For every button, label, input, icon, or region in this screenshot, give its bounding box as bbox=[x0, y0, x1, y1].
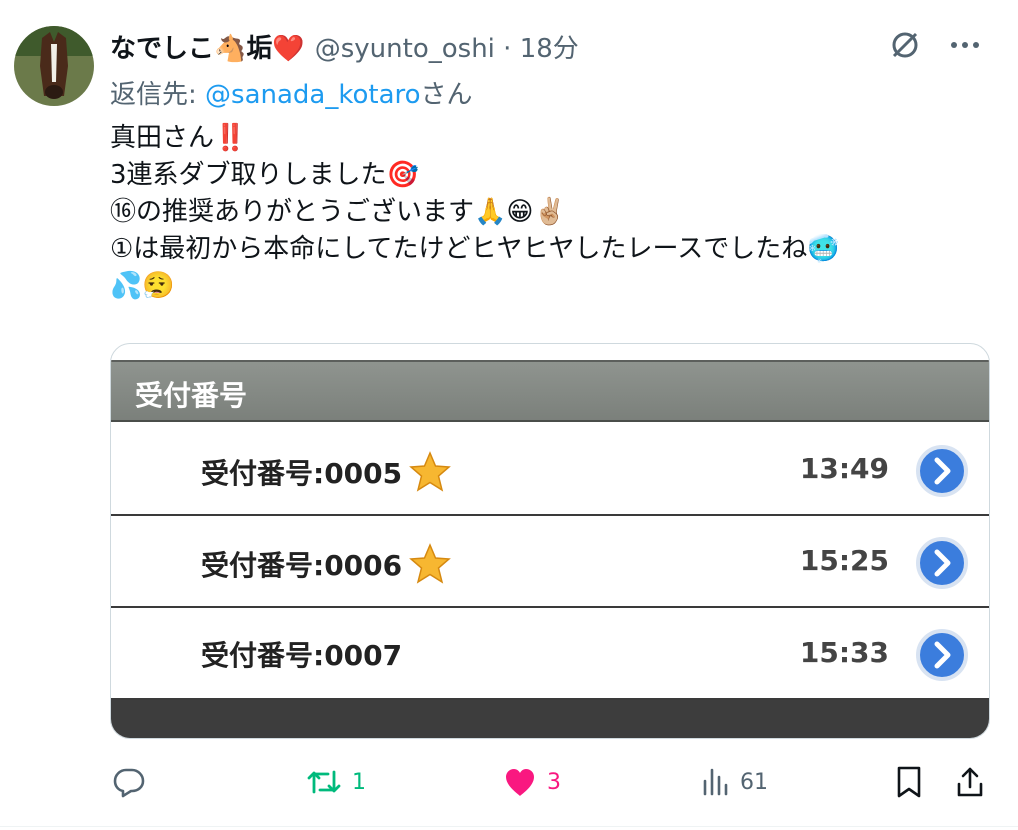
grok-slash-icon[interactable] bbox=[888, 28, 922, 62]
receipt-number: 受付番号:0005 bbox=[201, 457, 403, 490]
views-icon bbox=[703, 768, 728, 796]
reply-mention-link[interactable]: @sanada_kotaro bbox=[205, 80, 421, 110]
top-actions bbox=[888, 28, 980, 62]
post-time[interactable]: · 18分 bbox=[495, 34, 579, 64]
tweet-line: ①は最初から本命にしてたけどヒヤヒヤしたレースでしたね🥶 bbox=[110, 234, 840, 264]
share-icon bbox=[957, 767, 983, 797]
action-bar: 1 3 61 bbox=[0, 760, 1018, 804]
star-icon bbox=[409, 451, 452, 492]
retweet-count: 1 bbox=[352, 769, 366, 795]
user-handle[interactable]: @syunto_oshi bbox=[315, 34, 495, 64]
reply-button[interactable] bbox=[112, 760, 146, 804]
chevron-right-icon bbox=[915, 536, 969, 590]
tweet-line: 💦😮‍💨 bbox=[110, 271, 175, 301]
views-count: 61 bbox=[740, 769, 768, 795]
receipt-row-label: 受付番号:0006 bbox=[201, 542, 452, 586]
heart-icon bbox=[506, 769, 534, 796]
attached-image[interactable]: 受付番号 受付番号:0005 13:49 受付番号:0006 15:25 受付番… bbox=[110, 343, 990, 739]
bookmark-icon bbox=[897, 766, 921, 798]
like-count: 3 bbox=[547, 769, 561, 795]
receipt-header: 受付番号 bbox=[111, 360, 989, 422]
tweet-header: なでしこ🐴垢❤️ @syunto_oshi · 18分 bbox=[110, 26, 579, 66]
receipt-number: 受付番号:0007 bbox=[201, 639, 403, 672]
receipt-row: 受付番号:0005 13:49 bbox=[111, 424, 989, 516]
tweet-line: 3連系ダブ取りしました🎯 bbox=[110, 160, 419, 190]
receipt-header-title: 受付番号 bbox=[135, 379, 248, 412]
handle-and-time: @syunto_oshi · 18分 bbox=[315, 28, 579, 65]
receipt-footer-bar bbox=[111, 700, 989, 738]
tweet-text: 真田さん‼️ 3連系ダブ取りしました🎯 ⑯の推奨ありがとうございます🙏😁✌🏼 ①… bbox=[110, 120, 970, 305]
reply-prefix: 返信先: bbox=[110, 80, 206, 110]
bookmark-button[interactable] bbox=[895, 760, 923, 804]
like-button[interactable]: 3 bbox=[503, 760, 561, 804]
tweet-line: 真田さん‼️ bbox=[110, 123, 247, 153]
reply-suffix: さん bbox=[420, 80, 473, 110]
receipt-number: 受付番号:0006 bbox=[201, 549, 403, 582]
star-icon bbox=[409, 543, 452, 584]
chevron-right-icon bbox=[915, 628, 969, 682]
avatar[interactable] bbox=[14, 26, 94, 106]
receipt-time: 13:49 bbox=[799, 452, 889, 485]
share-button[interactable] bbox=[955, 760, 985, 804]
receipt-time: 15:33 bbox=[799, 636, 889, 669]
reply-context: 返信先: @sanada_kotaroさん bbox=[110, 74, 473, 111]
receipt-time: 15:25 bbox=[799, 544, 889, 577]
divider bbox=[0, 826, 1018, 827]
reply-icon bbox=[113, 768, 145, 798]
receipt-row-label: 受付番号:0005 bbox=[201, 450, 452, 494]
receipt-row: 受付番号:0007 15:33 bbox=[111, 608, 989, 700]
receipt-row-label: 受付番号:0007 bbox=[201, 634, 402, 674]
more-icon[interactable] bbox=[950, 40, 980, 50]
retweet-icon bbox=[307, 770, 341, 794]
chevron-right-icon bbox=[915, 444, 969, 498]
views-button[interactable]: 61 bbox=[700, 760, 768, 804]
receipt-row: 受付番号:0006 15:25 bbox=[111, 516, 989, 608]
retweet-button[interactable]: 1 bbox=[306, 760, 366, 804]
display-name[interactable]: なでしこ🐴垢❤️ bbox=[110, 28, 305, 65]
tweet-line: ⑯の推奨ありがとうございます🙏😁✌🏼 bbox=[110, 197, 566, 227]
